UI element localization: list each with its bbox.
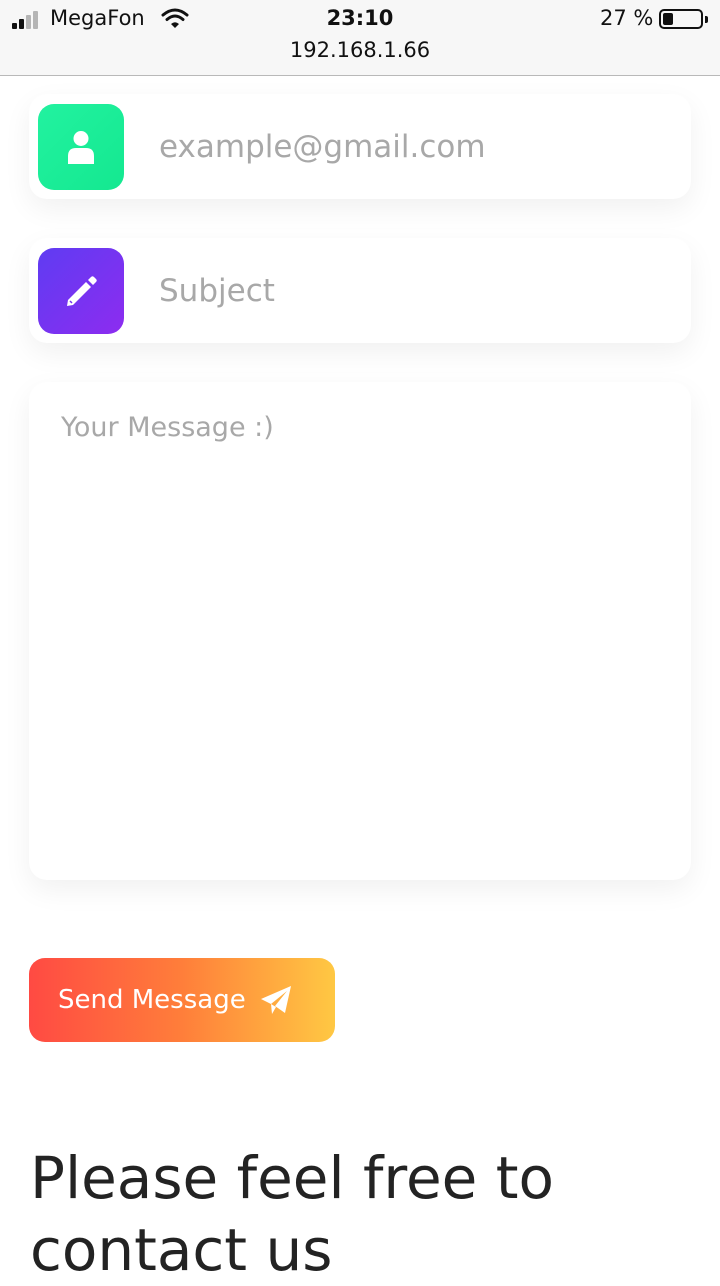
subject-input[interactable] — [159, 256, 669, 326]
battery-tip — [705, 16, 708, 23]
pencil-icon — [67, 276, 97, 306]
email-icon-box — [38, 104, 124, 190]
message-field-card — [29, 382, 691, 880]
user-icon — [68, 131, 94, 164]
send-message-button[interactable]: Send Message — [29, 958, 335, 1042]
email-input[interactable] — [159, 112, 669, 182]
message-textarea[interactable] — [61, 412, 661, 862]
status-bar: MegaFon 23:10 27 % 192.168.1.66 — [0, 0, 720, 76]
page-url[interactable]: 192.168.1.66 — [0, 38, 720, 62]
battery-percentage: 27 % — [600, 6, 654, 30]
battery-icon — [659, 9, 703, 29]
contact-heading: Please feel free to contact us — [30, 1144, 555, 1284]
email-field-card — [29, 94, 691, 199]
subject-field-card — [29, 238, 691, 343]
subject-icon-box — [38, 248, 124, 334]
paper-plane-icon — [260, 986, 291, 1014]
send-message-label: Send Message — [58, 985, 246, 1015]
